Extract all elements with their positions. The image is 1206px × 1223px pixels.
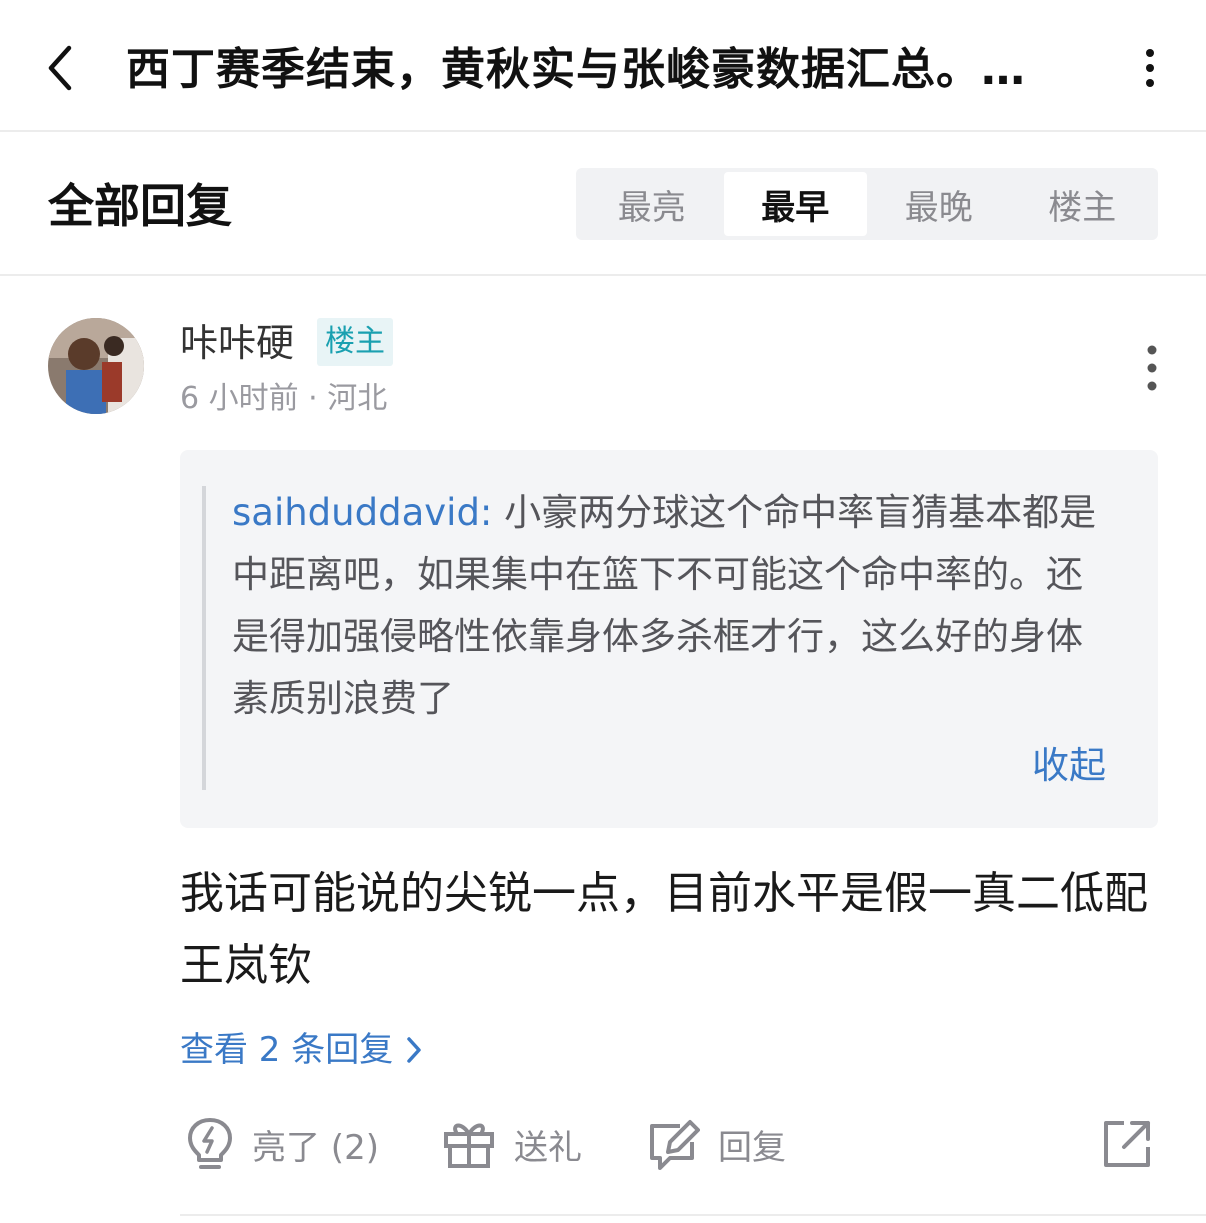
section-title: 全部回复 (48, 179, 232, 233)
gift-icon (444, 1123, 494, 1168)
tab-op-only[interactable]: 楼主 (1011, 172, 1155, 236)
more-vertical-icon (1146, 49, 1154, 87)
divider (180, 1214, 1206, 1216)
quoted-reply: saihduddavid: 小豪两分球这个命中率盲猜基本都是中距离吧，如果集中在… (180, 450, 1158, 828)
like-label: 亮了 (2) (252, 1127, 379, 1168)
page-title: 西丁赛季结束，黄秋实与张峻豪数据汇总。… (126, 44, 1026, 95)
view-replies-label: 查看 2 条回复 (180, 1030, 394, 1070)
share-icon (1104, 1121, 1150, 1167)
avatar-image (48, 318, 144, 414)
reply-button[interactable]: 回复 (646, 1104, 786, 1184)
collapse-button[interactable]: 收起 (1032, 738, 1106, 794)
op-badge: 楼主 (317, 318, 393, 366)
quote-bar (202, 486, 206, 790)
edit-reply-icon (650, 1120, 700, 1170)
post-body: 我话可能说的尖锐一点，目前水平是假一真二低配王岚钦 (180, 868, 1148, 991)
gift-button[interactable]: 送礼 (442, 1104, 582, 1184)
tab-latest[interactable]: 最晚 (867, 172, 1011, 236)
chevron-right-icon (405, 1035, 423, 1065)
reply-label: 回复 (718, 1127, 786, 1168)
share-button[interactable] (1102, 1104, 1170, 1184)
back-button[interactable] (36, 40, 84, 96)
more-vertical-icon (1147, 345, 1157, 391)
quote-text: saihduddavid: 小豪两分球这个命中率盲猜基本都是中距离吧，如果集中在… (232, 482, 1112, 730)
post-actions: 亮了 (2) 送礼 回复 (180, 1104, 1160, 1184)
back-icon (48, 45, 72, 91)
view-replies-link[interactable]: 查看 2 条回复 (180, 1024, 423, 1076)
avatar[interactable] (48, 318, 144, 414)
post-meta: 6 小时前 · 河北 (180, 381, 388, 416)
gift-label: 送礼 (514, 1127, 582, 1168)
quote-username[interactable]: saihduddavid: (232, 491, 492, 534)
sort-tabs: 最亮 最早 最晚 楼主 (576, 168, 1158, 240)
top-bar: 西丁赛季结束，黄秋实与张峻豪数据汇总。… (0, 0, 1206, 132)
post-more-button[interactable] (1132, 340, 1172, 396)
more-options-button[interactable] (1130, 44, 1170, 92)
replies-header: 全部回复 最亮 最早 最晚 楼主 (0, 132, 1206, 276)
username[interactable]: 咔咔硬 (180, 318, 294, 368)
tab-earliest[interactable]: 最早 (723, 172, 867, 236)
lightbulb-icon (188, 1118, 232, 1169)
like-button[interactable]: 亮了 (2) (186, 1104, 379, 1184)
tab-brightest[interactable]: 最亮 (580, 172, 724, 236)
